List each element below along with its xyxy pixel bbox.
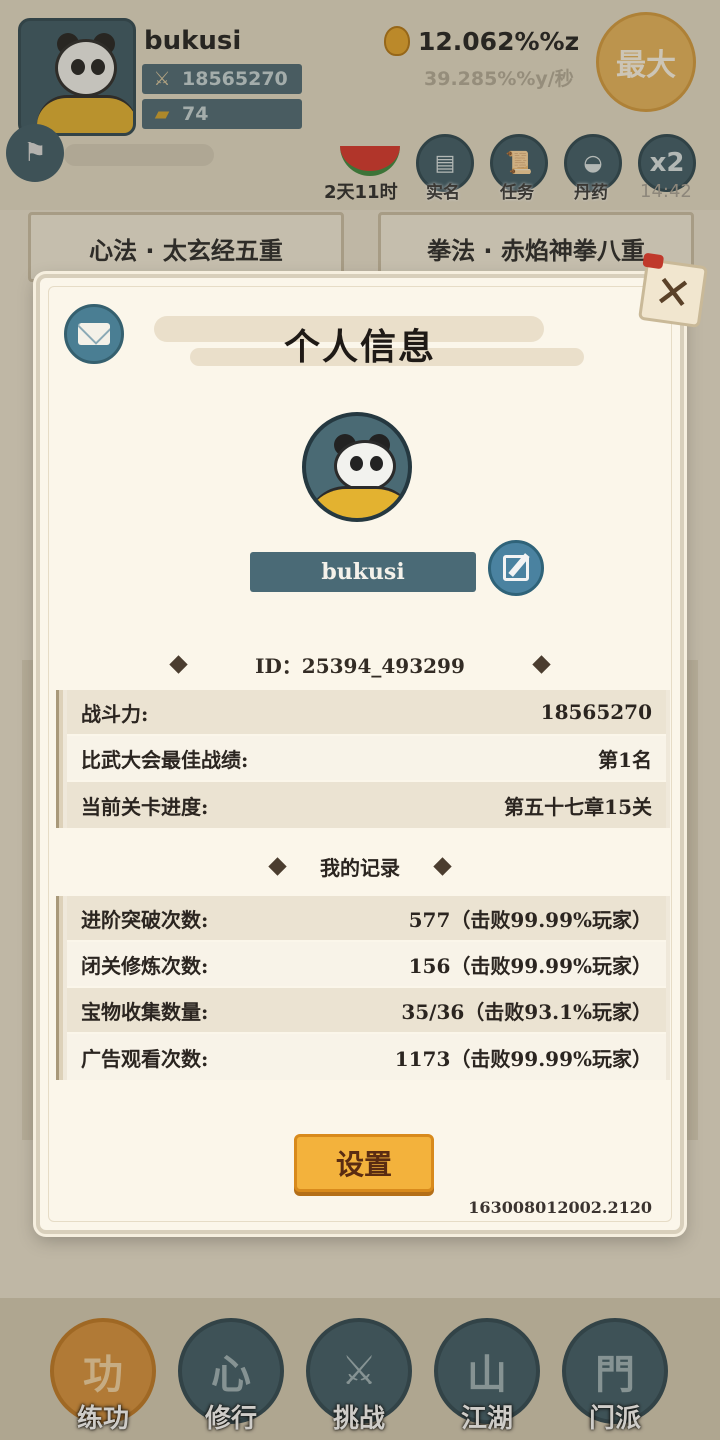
edit-name-button[interactable] [488, 540, 544, 596]
profile-avatar[interactable] [302, 412, 412, 522]
stat-label: 比武大会最佳战绩: [81, 747, 249, 772]
panda-scarf [306, 486, 408, 518]
record-value: 1173（击败99.99%玩家） [394, 1046, 652, 1071]
close-button[interactable]: ✕ [637, 252, 709, 329]
stat-value: 第1名 [598, 747, 652, 772]
stat-value: 第五十七章15关 [504, 794, 652, 819]
close-icon: ✕ [651, 265, 695, 321]
mail-button[interactable] [64, 304, 124, 364]
panda-eye [370, 456, 383, 471]
record-label: 进阶突破次数: [81, 907, 209, 932]
edit-pencil-icon [503, 555, 529, 581]
record-label: 闭关修炼次数: [81, 953, 209, 978]
stat-row-tournament: 比武大会最佳战绩: 第1名 [67, 736, 666, 782]
stat-row-power: 战斗力: 18565270 [67, 690, 666, 736]
red-seal-icon [642, 252, 665, 270]
record-value: 35/36（击败93.1%玩家） [401, 999, 652, 1024]
record-label: 广告观看次数: [81, 1046, 209, 1071]
records-table: 进阶突破次数: 577（击败99.99%玩家） 闭关修炼次数: 156（击败99… [56, 896, 670, 1080]
panda-head [334, 440, 396, 492]
stat-label: 战斗力: [81, 701, 149, 726]
record-value: 156（击败99.99%玩家） [408, 953, 652, 978]
record-row-treasure: 宝物收集数量: 35/36（击败93.1%玩家） [67, 988, 666, 1034]
username-display: bukusi [250, 552, 476, 592]
profile-dialog: 个人信息 ✕ bukusi ID：25394_493299 战斗力: 18565… [36, 252, 709, 1234]
settings-button[interactable]: 设置 [294, 1134, 434, 1192]
envelope-icon [78, 323, 110, 345]
records-heading: 我的记录 [40, 852, 680, 881]
diamond-ornament-icon [532, 655, 551, 674]
records-title: 我的记录 [320, 856, 400, 880]
player-id-row: ID：25394_493299 [40, 650, 680, 679]
record-row-ads: 广告观看次数: 1173（击败99.99%玩家） [67, 1034, 666, 1080]
record-value: 577（击败99.99%玩家） [408, 907, 652, 932]
diamond-ornament-icon [433, 857, 452, 876]
record-row-seclusion: 闭关修炼次数: 156（击败99.99%玩家） [67, 942, 666, 988]
diamond-ornament-icon [268, 857, 287, 876]
record-row-breakthrough: 进阶突破次数: 577（击败99.99%玩家） [67, 896, 666, 942]
stats-table: 战斗力: 18565270 比武大会最佳战绩: 第1名 当前关卡进度: 第五十七… [56, 690, 670, 828]
player-id: ID：25394_493299 [255, 654, 465, 678]
stat-label: 当前关卡进度: [81, 794, 209, 819]
version-number: 163008012002.2120 [468, 1198, 652, 1217]
stat-row-progress: 当前关卡进度: 第五十七章15关 [67, 782, 666, 828]
diamond-ornament-icon [169, 655, 188, 674]
stat-value: 18565270 [540, 700, 652, 724]
panda-eye [350, 456, 363, 471]
record-label: 宝物收集数量: [81, 999, 209, 1024]
dialog-title: 个人信息 [283, 327, 436, 368]
